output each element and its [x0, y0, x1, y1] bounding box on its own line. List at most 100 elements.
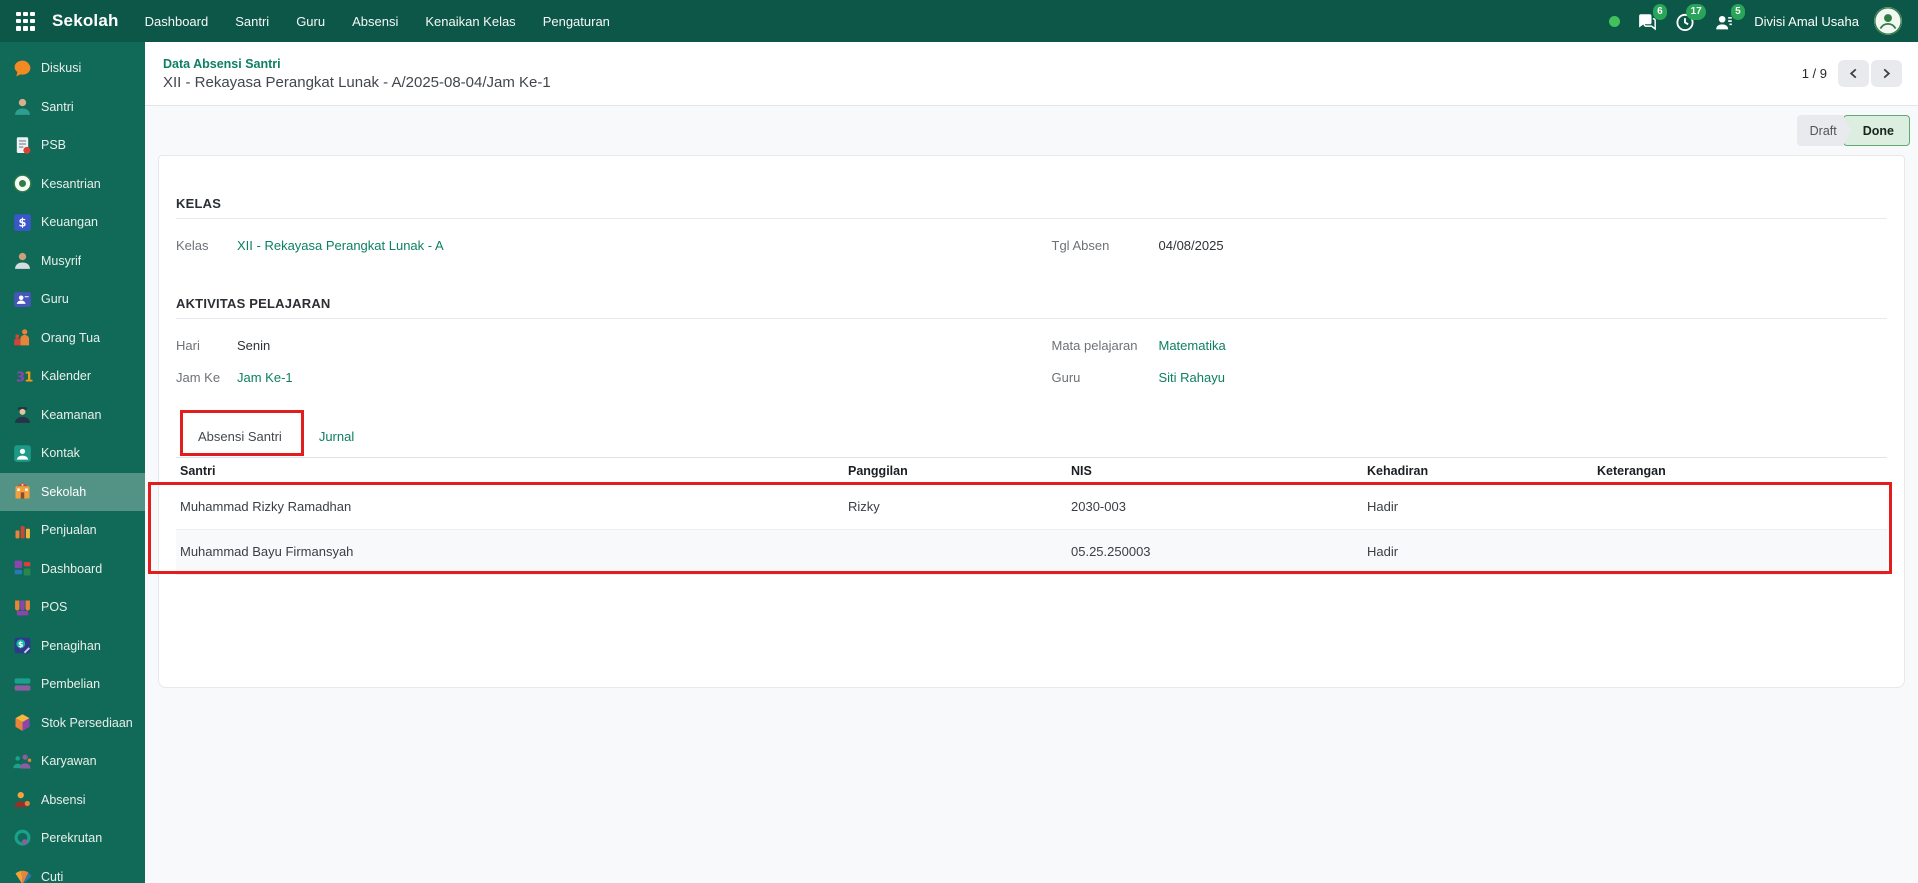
- sidebar-item-perekrutan[interactable]: Perekrutan: [0, 819, 145, 858]
- column-header-keterangan[interactable]: Keterangan: [1593, 458, 1887, 484]
- breadcrumb-bar: Data Absensi Santri XII - Rekayasa Peran…: [145, 42, 1918, 106]
- activities-clock-icon[interactable]: 17: [1674, 9, 1698, 33]
- table-cell: 2030-003: [1067, 484, 1363, 529]
- security-guard-icon: [12, 404, 33, 425]
- contacts-icon: [12, 443, 33, 464]
- field-hari-label: Hari: [176, 338, 237, 353]
- field-tgl-absen-value[interactable]: 04/08/2025: [1159, 238, 1224, 253]
- pager-previous-button[interactable]: [1838, 60, 1869, 87]
- field-guru-label: Guru: [1052, 370, 1159, 385]
- field-guru-value-link[interactable]: Siti Rahayu: [1159, 370, 1225, 385]
- sidebar-item-label: Karyawan: [41, 754, 97, 768]
- activities-badge: 17: [1686, 4, 1706, 20]
- finance-dollar-icon: $: [12, 212, 33, 233]
- sidebar-item-kalender[interactable]: 31 Kalender: [0, 357, 145, 396]
- sidebar-item-penjualan[interactable]: Penjualan: [0, 511, 145, 550]
- sidebar-item-label: Cuti: [41, 870, 63, 883]
- sidebar-item-orang-tua[interactable]: Orang Tua: [0, 319, 145, 358]
- sidebar-item-kontak[interactable]: Kontak: [0, 434, 145, 473]
- user-menu[interactable]: Divisi Amal Usaha: [1754, 14, 1859, 29]
- topbar-right: 6 17 5 Divisi Amal Usaha: [1609, 7, 1902, 35]
- sidebar-item-stok-persediaan[interactable]: Stok Persediaan: [0, 704, 145, 743]
- sidebar: Diskusi Santri PSB Kesantrian $ Keuangan…: [0, 42, 145, 883]
- column-header-panggilan[interactable]: Panggilan: [844, 458, 1067, 484]
- topbar-menu-item-pengaturan[interactable]: Pengaturan: [543, 14, 610, 29]
- topbar-menu-item-kenaikan-kelas[interactable]: Kenaikan Kelas: [425, 14, 515, 29]
- sidebar-item-keamanan[interactable]: Keamanan: [0, 396, 145, 435]
- sidebar-item-absensi[interactable]: Absensi: [0, 781, 145, 820]
- messages-icon[interactable]: 6: [1635, 9, 1659, 33]
- tab-absensi-santri[interactable]: Absensi Santri: [198, 429, 282, 444]
- topbar-menu-item-dashboard[interactable]: Dashboard: [145, 14, 209, 29]
- field-jam-ke: Jam Ke Jam Ke-1: [176, 368, 1012, 386]
- sidebar-item-label: Pembelian: [41, 677, 100, 691]
- svg-text:1: 1: [24, 370, 33, 385]
- sidebar-item-guru[interactable]: Guru: [0, 280, 145, 319]
- table-row[interactable]: Muhammad Bayu Firmansyah05.25.250003Hadi…: [176, 529, 1887, 574]
- sidebar-item-sekolah[interactable]: Sekolah: [0, 473, 145, 512]
- presence-dot-icon: [1609, 16, 1620, 27]
- breadcrumb-current: XII - Rekayasa Perangkat Lunak - A/2025-…: [163, 74, 551, 91]
- sidebar-item-label: Kontak: [41, 446, 80, 460]
- sidebar-item-kesantrian[interactable]: Kesantrian: [0, 165, 145, 204]
- main-content: Data Absensi Santri XII - Rekayasa Peran…: [145, 42, 1918, 883]
- column-header-santri[interactable]: Santri: [176, 458, 844, 484]
- queue-person-icon[interactable]: 5: [1713, 9, 1737, 33]
- sidebar-item-karyawan[interactable]: Karyawan: [0, 742, 145, 781]
- table-cell: Hadir: [1363, 529, 1593, 574]
- sidebar-item-pos[interactable]: POS: [0, 588, 145, 627]
- sidebar-item-label: Kalender: [41, 369, 91, 383]
- breadcrumb-parent-link[interactable]: Data Absensi Santri: [163, 57, 551, 71]
- sales-chart-icon: [12, 520, 33, 541]
- topbar-menu: Dashboard Santri Guru Absensi Kenaikan Kelas…: [145, 14, 610, 29]
- status-done[interactable]: Done: [1843, 115, 1910, 146]
- sidebar-item-label: Keuangan: [41, 215, 98, 229]
- table-cell: 05.25.250003: [1067, 529, 1363, 574]
- user-avatar[interactable]: [1874, 7, 1902, 35]
- sidebar-item-label: Perekrutan: [41, 831, 102, 845]
- column-header-nis[interactable]: NIS: [1067, 458, 1363, 484]
- table-cell: [1593, 484, 1887, 529]
- queue-badge: 5: [1731, 4, 1746, 20]
- topbar-menu-item-santri[interactable]: Santri: [235, 14, 269, 29]
- musyrif-person-icon: [12, 250, 33, 271]
- attendance-icon: [12, 789, 33, 810]
- table-row[interactable]: Muhammad Rizky RamadhanRizky2030-003Hadi…: [176, 484, 1887, 529]
- tab-jurnal[interactable]: Jurnal: [319, 429, 354, 444]
- sidebar-item-pembelian[interactable]: Pembelian: [0, 665, 145, 704]
- chat-bubble-icon: [12, 58, 33, 79]
- sidebar-item-diskusi[interactable]: Diskusi: [0, 49, 145, 88]
- app-brand[interactable]: Sekolah: [52, 11, 119, 31]
- field-jam-ke-label: Jam Ke: [176, 370, 237, 385]
- form-sheet: KELAS Kelas XII - Rekayasa Perangkat Lun…: [158, 155, 1905, 688]
- calendar-31-icon: 31: [12, 366, 33, 387]
- field-kelas-value-link[interactable]: XII - Rekayasa Perangkat Lunak - A: [237, 238, 444, 253]
- pager-next-button[interactable]: [1871, 60, 1902, 87]
- field-jam-ke-value-link[interactable]: Jam Ke-1: [237, 370, 293, 385]
- topbar: Sekolah Dashboard Santri Guru Absensi Kenaik…: [0, 0, 1918, 42]
- field-tgl-absen-label: Tgl Absen: [1052, 238, 1159, 253]
- sidebar-item-label: Dashboard: [41, 562, 102, 576]
- topbar-menu-item-absensi[interactable]: Absensi: [352, 14, 398, 29]
- sidebar-item-santri[interactable]: Santri: [0, 88, 145, 127]
- statusbar: Draft Done: [1797, 115, 1910, 146]
- topbar-menu-item-guru[interactable]: Guru: [296, 14, 325, 29]
- sidebar-item-label: Penagihan: [41, 639, 101, 653]
- sidebar-item-dashboard[interactable]: Dashboard: [0, 550, 145, 589]
- messages-badge: 6: [1653, 4, 1668, 20]
- field-mata-pelajaran-value-link[interactable]: Matematika: [1159, 338, 1226, 353]
- sidebar-item-cuti[interactable]: Cuti: [0, 858, 145, 883]
- table-cell: Muhammad Rizky Ramadhan: [176, 484, 844, 529]
- parent-child-icon: [12, 327, 33, 348]
- purchase-icon: [12, 674, 33, 695]
- column-header-kehadiran[interactable]: Kehadiran: [1363, 458, 1593, 484]
- sidebar-item-psb[interactable]: PSB: [0, 126, 145, 165]
- status-draft[interactable]: Draft: [1797, 115, 1852, 146]
- table-header-row: SantriPanggilanNISKehadiranKeterangan: [176, 458, 1887, 484]
- sidebar-item-musyrif[interactable]: Musyrif: [0, 242, 145, 281]
- teacher-icon: [12, 289, 33, 310]
- sidebar-item-keuangan[interactable]: $ Keuangan: [0, 203, 145, 242]
- sidebar-item-penagihan[interactable]: $ Penagihan: [0, 627, 145, 666]
- table-cell: Hadir: [1363, 484, 1593, 529]
- apps-grid-icon[interactable]: [16, 12, 35, 31]
